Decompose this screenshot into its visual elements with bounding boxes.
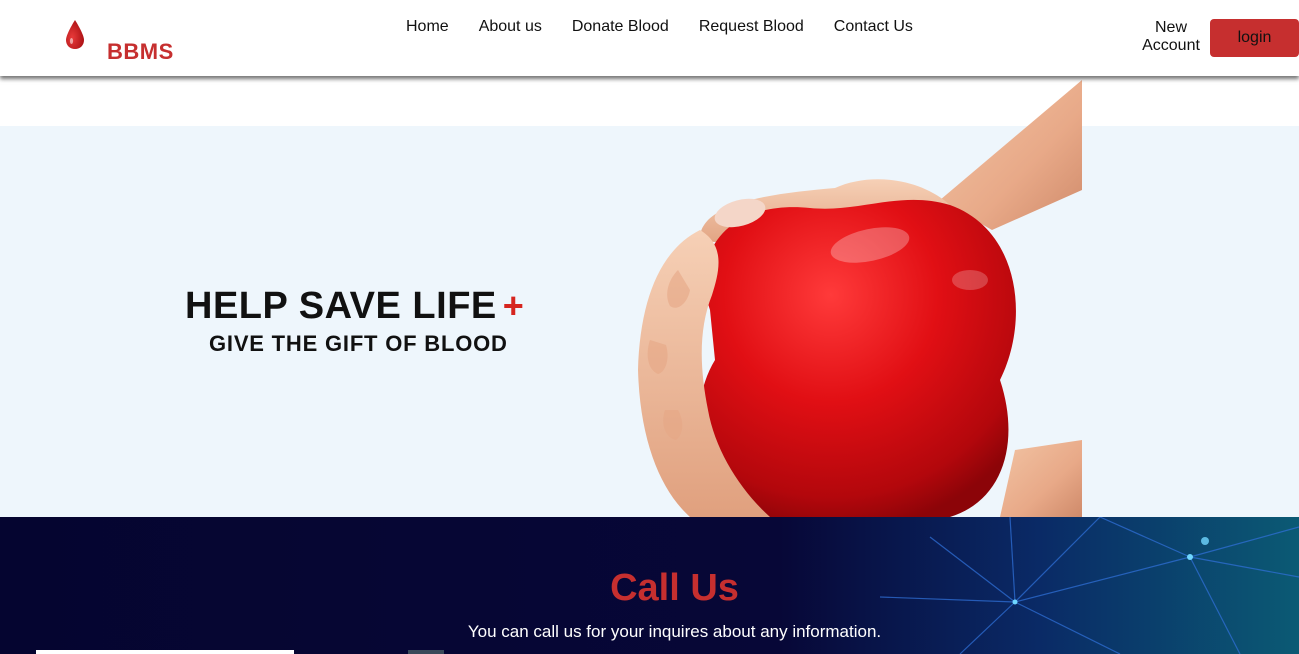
brand-name: BBMS — [107, 39, 174, 64]
call-us-section: Call Us You can call us for your inquire… — [0, 517, 1299, 654]
heart-in-hands-illustration — [620, 80, 1082, 517]
main-nav: Home About us Donate Blood Request Blood… — [391, 17, 928, 37]
hero-title: HELP SAVE LIFE + — [185, 285, 524, 328]
page: BBMS Home About us Donate Blood Request … — [0, 0, 1299, 654]
hero-plus-icon: + — [502, 285, 525, 326]
bottom-edge-strip-small — [408, 650, 444, 654]
brand-logo[interactable]: BBMS — [64, 18, 184, 68]
new-account-link[interactable]: New Account — [1136, 19, 1206, 55]
nav-about-us[interactable]: About us — [464, 17, 557, 37]
bottom-edge-strip — [36, 650, 294, 654]
site-header: BBMS Home About us Donate Blood Request … — [0, 0, 1299, 76]
call-us-title: Call Us — [610, 567, 739, 609]
login-button[interactable]: login — [1210, 19, 1299, 57]
hero-subtitle: GIVE THE GIFT OF BLOOD — [209, 331, 508, 356]
blood-drop-icon — [66, 20, 84, 49]
nav-request-blood[interactable]: Request Blood — [684, 17, 819, 37]
nav-donate-blood[interactable]: Donate Blood — [557, 17, 684, 37]
hero-title-text: HELP SAVE LIFE — [185, 285, 497, 327]
nav-contact-us[interactable]: Contact Us — [819, 17, 928, 37]
call-us-description: You can call us for your inquires about … — [467, 622, 882, 641]
nav-home[interactable]: Home — [391, 17, 464, 37]
